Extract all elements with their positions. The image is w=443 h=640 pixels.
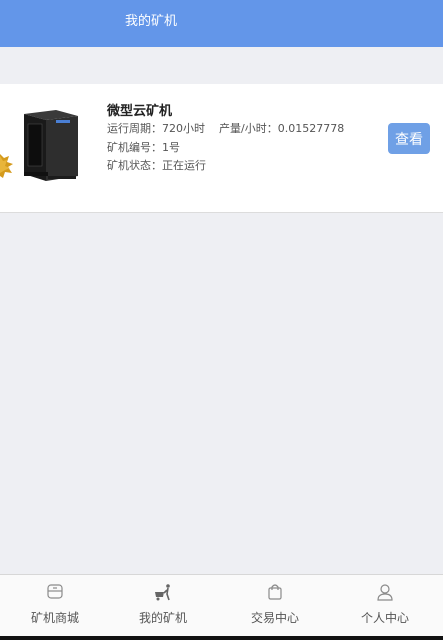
miner-name: 微型云矿机	[107, 104, 173, 119]
tab-trade-center[interactable]: 交易中心	[220, 575, 330, 637]
miner-cart-icon	[155, 584, 170, 601]
miner-period-output-row: 运行周期：720小时 产量/小时：0.01527778	[107, 122, 344, 136]
tab-label: 矿机商城	[30, 611, 79, 625]
miner-status-row: 矿机状态：正在运行	[107, 159, 206, 173]
top-header: 我的矿机	[0, 0, 443, 47]
miner-number-row: 矿机编号：1号	[107, 141, 180, 155]
period-value: 720小时	[162, 122, 205, 135]
bottom-tab-bar: 矿机商城 我的矿机 交易中心 个人中心	[0, 574, 443, 637]
shopping-bag-icon	[268, 584, 282, 600]
number-value: 1号	[162, 141, 180, 154]
tab-label: 个人中心	[360, 611, 409, 625]
tab-personal-center[interactable]: 个人中心	[330, 575, 440, 637]
maple-leaf-icon	[0, 154, 13, 178]
view-button[interactable]: 查看	[388, 123, 430, 154]
miner-image	[0, 110, 78, 181]
tab-my-miners[interactable]: 我的矿机	[108, 575, 218, 637]
server-tower-icon	[24, 110, 78, 181]
status-value: 正在运行	[162, 159, 206, 172]
tab-miner-store[interactable]: 矿机商城	[0, 575, 110, 637]
number-label: 矿机编号：	[107, 141, 162, 154]
home-indicator-bar	[0, 636, 443, 640]
period-label: 运行周期：	[107, 122, 162, 135]
miner-card: 微型云矿机 运行周期：720小时 产量/小时：0.01527778 矿机编号：1号…	[0, 84, 443, 213]
page-title: 我的矿机	[125, 14, 178, 29]
user-icon	[377, 584, 393, 601]
output-value: 0.01527778	[277, 122, 345, 135]
tab-label: 我的矿机	[138, 611, 187, 625]
store-icon	[47, 584, 63, 599]
output-label: 产量/小时：	[219, 122, 278, 135]
tab-label: 交易中心	[250, 611, 299, 625]
status-label: 矿机状态：	[107, 159, 162, 172]
